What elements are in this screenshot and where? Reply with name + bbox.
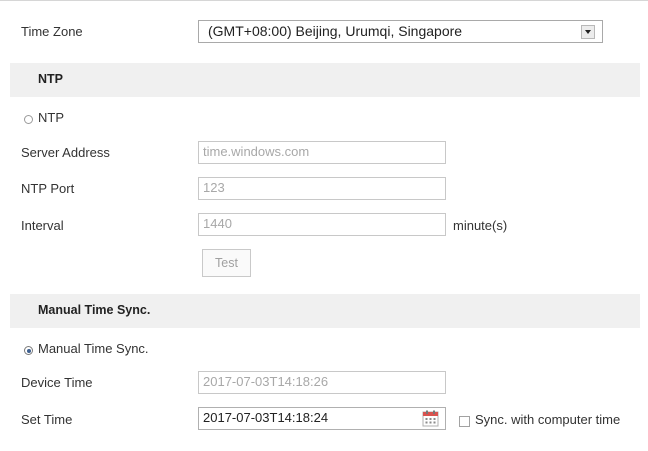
server-address-label: Server Address — [21, 145, 110, 160]
ntp-port-input[interactable]: 123 — [198, 177, 446, 200]
ntp-section-title: NTP — [38, 72, 63, 86]
chevron-down-icon[interactable] — [581, 25, 595, 39]
interval-label: Interval — [21, 218, 64, 233]
panel-top-border — [0, 0, 648, 6]
server-address-input[interactable]: time.windows.com — [198, 141, 446, 164]
device-time-label: Device Time — [21, 375, 93, 390]
sync-with-computer-label: Sync. with computer time — [475, 412, 621, 427]
interval-unit: minute(s) — [453, 218, 508, 233]
ntp-port-label: NTP Port — [21, 181, 75, 196]
calendar-icon[interactable] — [422, 410, 440, 428]
ntp-radio[interactable] — [24, 115, 33, 124]
set-time-input[interactable]: 2017-07-03T14:18:24 — [198, 407, 446, 430]
time-zone-label: Time Zone — [21, 24, 83, 39]
time-zone-selected-value: (GMT+08:00) Beijing, Urumqi, Singapore — [208, 23, 463, 39]
time-zone-select[interactable]: (GMT+08:00) Beijing, Urumqi, Singapore — [198, 20, 603, 43]
sync-with-computer-checkbox[interactable] — [459, 416, 470, 427]
manual-time-sync-radio[interactable] — [24, 346, 33, 355]
ntp-section-header — [10, 63, 640, 97]
device-time-field: 2017-07-03T14:18:26 — [198, 371, 446, 394]
manual-sync-section-title: Manual Time Sync. — [38, 303, 151, 317]
test-button[interactable]: Test — [202, 249, 251, 277]
set-time-label: Set Time — [21, 412, 73, 427]
manual-time-sync-radio-label: Manual Time Sync. — [38, 341, 149, 356]
interval-input[interactable]: 1440 — [198, 213, 446, 236]
ntp-radio-label: NTP — [38, 110, 64, 125]
